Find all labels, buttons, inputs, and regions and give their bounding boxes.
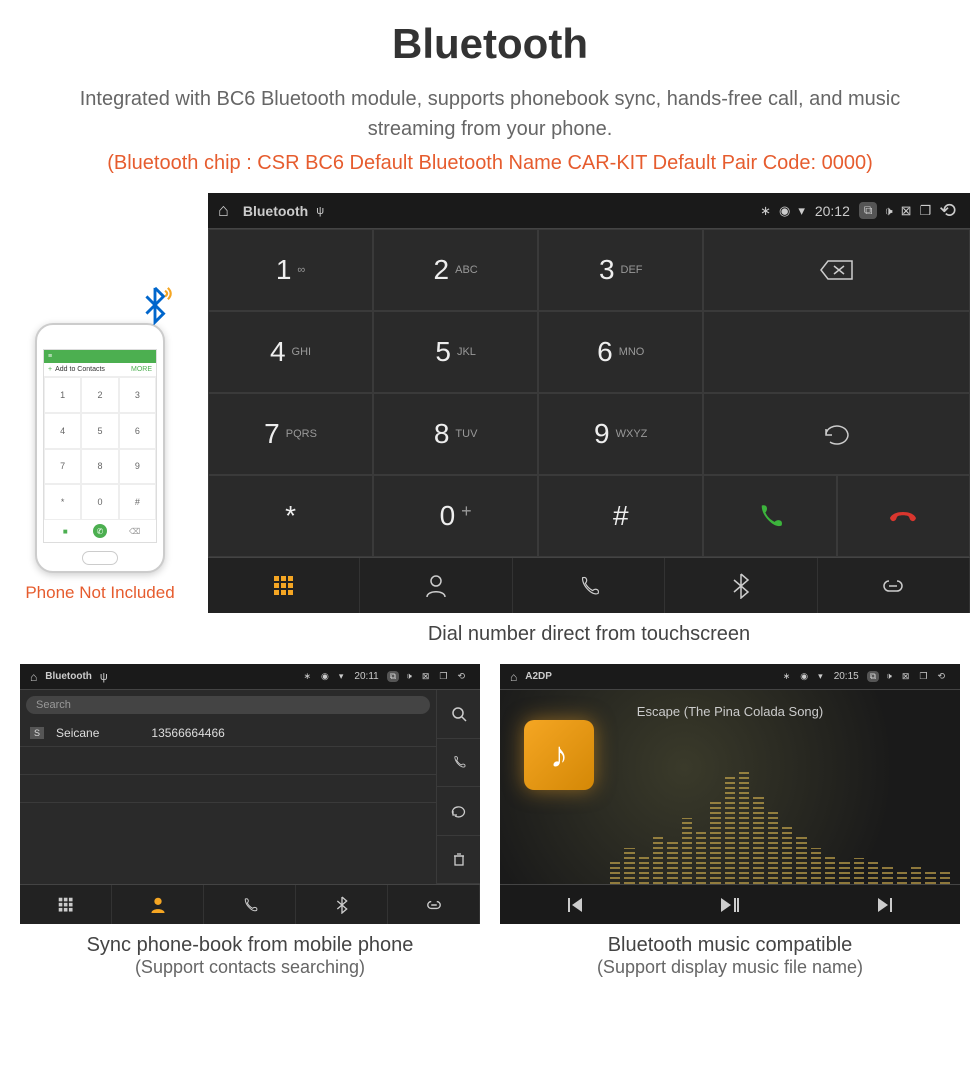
recent-apps-icon[interactable]: ❐ — [916, 671, 930, 682]
back-icon[interactable]: ⟲ — [934, 671, 948, 682]
status-bar: ⌂ Bluetooth ψ ∗ ◉ ▾ 20:12 ⧉ 🕩 ⊠ ❐ ⟲ — [208, 193, 970, 229]
back-icon[interactable]: ⟲ — [454, 671, 468, 682]
music-caption: Bluetooth music compatible (Support disp… — [500, 934, 960, 978]
prev-track-button[interactable] — [500, 885, 653, 924]
key-9[interactable]: 9WXYZ — [538, 393, 703, 475]
app-name: Bluetooth — [243, 203, 308, 219]
close-icon[interactable]: ⊠ — [899, 671, 913, 682]
bluetooth-status-icon: ∗ — [300, 671, 314, 682]
status-bar: ⌂ A2DP ∗ ◉ ▾ 20:15 ⧉ 🕩 ⊠ ❐ ⟲ — [500, 664, 960, 690]
volume-icon[interactable]: 🕩 — [884, 203, 892, 219]
dialer-caption: Dial number direct from touchscreen — [208, 623, 970, 646]
tab-contacts[interactable] — [112, 885, 204, 924]
page-subtitle: Integrated with BC6 Bluetooth module, su… — [55, 84, 925, 144]
volume-icon[interactable]: 🕩 — [403, 671, 415, 682]
side-call-icon[interactable] — [436, 739, 480, 788]
key-1[interactable]: 1∞ — [208, 229, 373, 311]
search-input[interactable]: Search — [26, 696, 430, 714]
key-hash[interactable]: # — [538, 475, 703, 557]
key-2[interactable]: 2ABC — [373, 229, 538, 311]
equalizer — [610, 764, 950, 884]
contact-name: Seicane — [56, 726, 99, 740]
tab-bluetooth[interactable] — [665, 558, 817, 613]
recent-apps-icon[interactable]: ❐ — [436, 671, 450, 682]
backspace-icon: ⌫ — [128, 524, 142, 538]
hangup-button[interactable] — [837, 475, 970, 557]
key-star[interactable]: * — [208, 475, 373, 557]
dialer-headunit: ⌂ Bluetooth ψ ∗ ◉ ▾ 20:12 ⧉ 🕩 ⊠ ❐ ⟲ 1 — [208, 193, 970, 613]
wifi-icon: ▾ — [336, 671, 347, 682]
location-icon: ◉ — [797, 671, 811, 682]
phone-add-contacts: Add to Contacts — [55, 366, 105, 373]
close-icon[interactable]: ⊠ — [419, 671, 433, 682]
wifi-icon: ▾ — [798, 203, 805, 219]
contact-row[interactable]: S Seicane 13566664466 — [20, 720, 436, 747]
close-icon[interactable]: ⊠ — [901, 203, 912, 219]
back-icon[interactable]: ⟲ — [939, 198, 956, 223]
home-icon[interactable]: ⌂ — [218, 200, 229, 221]
app-name: A2DP — [525, 671, 552, 682]
bluetooth-status-icon: ∗ — [760, 203, 771, 219]
recent-apps-icon[interactable]: ❐ — [920, 203, 932, 219]
bluetooth-status-icon: ∗ — [780, 671, 794, 682]
contact-initial: S — [30, 727, 44, 739]
key-0[interactable]: 0+ — [373, 475, 538, 557]
tab-bluetooth[interactable] — [296, 885, 388, 924]
phonebook-caption: Sync phone-book from mobile phone (Suppo… — [20, 934, 480, 978]
app-name: Bluetooth — [45, 671, 92, 682]
call-icon: ✆ — [93, 524, 107, 538]
track-name: Escape (The Pina Colada Song) — [637, 704, 823, 719]
location-icon: ◉ — [779, 203, 790, 219]
backspace-button[interactable] — [703, 229, 970, 311]
phone-keypad: 123 456 789 *0# — [44, 377, 156, 520]
side-delete-icon[interactable] — [436, 836, 480, 885]
key-4[interactable]: 4GHI — [208, 311, 373, 393]
wifi-icon: ▾ — [815, 671, 826, 682]
phone-home-button — [82, 551, 118, 565]
bluetooth-icon — [137, 285, 173, 325]
redial-button[interactable] — [703, 393, 970, 475]
side-search-icon[interactable] — [436, 690, 480, 739]
clock: 20:12 — [815, 203, 850, 219]
key-6[interactable]: 6MNO — [538, 311, 703, 393]
screenshot-icon[interactable]: ⧉ — [387, 671, 399, 682]
tab-contacts[interactable] — [360, 558, 512, 613]
call-button[interactable] — [703, 475, 836, 557]
key-8[interactable]: 8TUV — [373, 393, 538, 475]
phone-caption: Phone Not Included — [25, 583, 174, 603]
status-bar: ⌂ Bluetooth ψ ∗ ◉ ▾ 20:11 ⧉ 🕩 ⊠ ❐ ⟲ — [20, 664, 480, 690]
screenshot-icon[interactable]: ⧉ — [859, 202, 878, 219]
phone-more: MORE — [131, 366, 152, 373]
music-headunit: ⌂ A2DP ∗ ◉ ▾ 20:15 ⧉ 🕩 ⊠ ❐ ⟲ Escape (The… — [500, 664, 960, 924]
location-icon: ◉ — [318, 671, 332, 682]
phonebook-headunit: ⌂ Bluetooth ψ ∗ ◉ ▾ 20:11 ⧉ 🕩 ⊠ ❐ ⟲ S — [20, 664, 480, 924]
tab-pair[interactable] — [818, 558, 970, 613]
tab-dialpad[interactable] — [20, 885, 112, 924]
home-icon[interactable]: ⌂ — [510, 670, 517, 684]
contact-number: 13566664466 — [151, 726, 224, 740]
tab-history[interactable] — [513, 558, 665, 613]
key-3[interactable]: 3DEF — [538, 229, 703, 311]
play-pause-button[interactable] — [653, 885, 806, 924]
key-7[interactable]: 7PQRS — [208, 393, 373, 475]
volume-icon[interactable]: 🕩 — [883, 671, 895, 682]
tab-history[interactable] — [204, 885, 296, 924]
clock: 20:11 — [354, 671, 378, 682]
usb-icon: ψ — [316, 205, 324, 217]
music-note-icon: ♪ — [524, 720, 594, 790]
specs-line: (Bluetooth chip : CSR BC6 Default Blueto… — [10, 152, 970, 175]
home-icon[interactable]: ⌂ — [30, 670, 37, 684]
page-title: Bluetooth — [10, 20, 970, 68]
screenshot-icon[interactable]: ⧉ — [867, 671, 879, 682]
tab-dialpad[interactable] — [208, 558, 360, 613]
video-call-icon: ■ — [58, 524, 72, 538]
next-track-button[interactable] — [807, 885, 960, 924]
mobile-phone-mock: ≡ +Add to ContactsMORE 123 456 789 *0# ■… — [35, 323, 165, 573]
side-sync-icon[interactable] — [436, 787, 480, 836]
key-5[interactable]: 5JKL — [373, 311, 538, 393]
tab-pair[interactable] — [388, 885, 480, 924]
clock: 20:15 — [834, 671, 859, 682]
usb-icon: ψ — [100, 671, 108, 683]
